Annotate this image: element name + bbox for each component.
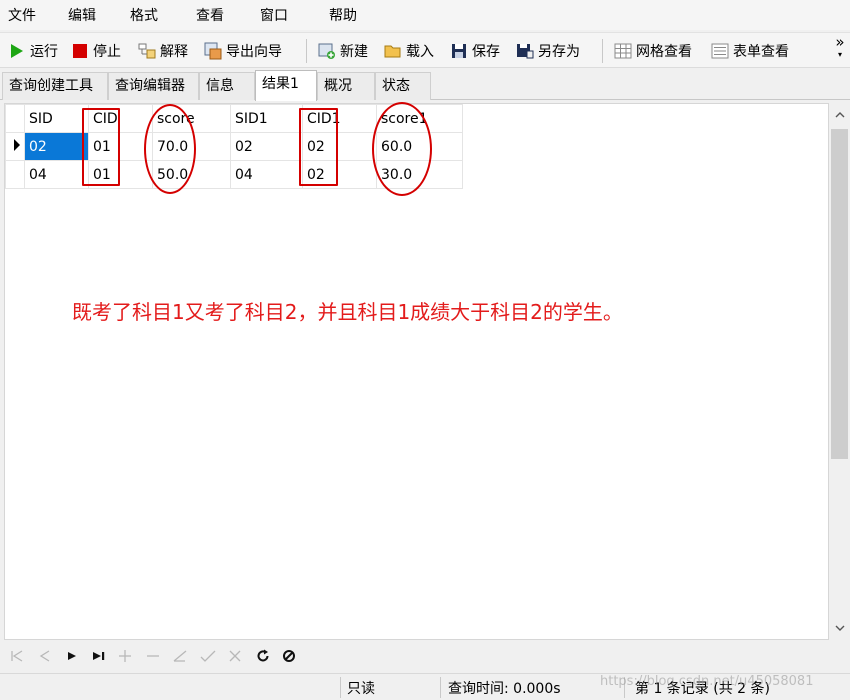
status-separator <box>440 677 441 698</box>
run-button[interactable]: 运行 <box>8 39 58 63</box>
annotation-ellipse-score1 <box>372 102 432 196</box>
grid-view-button[interactable]: 网格查看 <box>614 39 692 63</box>
toolbar: 运行 停止 解释 导出向导 新建 载入 保存 另存为 网格查看 表单查看 » ▾ <box>0 32 850 68</box>
export-icon <box>204 42 222 60</box>
row-indicator <box>5 160 25 189</box>
scroll-thumb[interactable] <box>831 129 848 459</box>
stop-label: 停止 <box>93 44 121 60</box>
refresh-icon[interactable] <box>253 646 273 666</box>
export-wizard-label: 导出向导 <box>226 44 282 60</box>
prev-record-icon[interactable] <box>35 646 55 666</box>
readonly-status: 只读 <box>347 681 375 697</box>
add-record-icon[interactable] <box>115 646 135 666</box>
menu-help[interactable]: 帮助 <box>329 5 357 25</box>
tab-result1[interactable]: 结果1 <box>255 70 317 101</box>
scroll-up-icon[interactable] <box>829 105 850 125</box>
next-record-icon[interactable] <box>62 646 82 666</box>
menu-window[interactable]: 窗口 <box>260 5 288 25</box>
save-as-icon <box>516 42 534 60</box>
row-arrow-icon <box>14 138 20 151</box>
form-icon <box>711 42 729 60</box>
table-cell[interactable]: 04 <box>24 160 89 189</box>
menu-file[interactable]: 文件 <box>8 5 36 25</box>
delete-record-icon[interactable] <box>143 646 163 666</box>
chevron-double-right-icon: » <box>835 33 845 51</box>
save-button[interactable]: 保存 <box>450 39 500 63</box>
vertical-scrollbar[interactable] <box>829 103 850 640</box>
table-cell[interactable]: 02 <box>24 132 89 161</box>
annotation-rect-cid <box>82 108 120 186</box>
watermark: https://blog.csdn.net/u45058081 <box>600 674 814 689</box>
table-cell[interactable]: 02 <box>230 132 303 161</box>
query-time-status: 查询时间: 0.000s <box>448 681 561 697</box>
annotation-ellipse-score <box>144 104 196 194</box>
column-header[interactable]: SID1 <box>230 104 303 133</box>
new-query-icon <box>318 42 336 60</box>
menu-edit[interactable]: 编辑 <box>68 5 96 25</box>
tab-query-builder[interactable]: 查询创建工具 <box>2 72 108 100</box>
scroll-down-icon[interactable] <box>829 618 850 638</box>
grid-view-label: 网格查看 <box>636 44 692 60</box>
edit-record-icon[interactable] <box>170 646 190 666</box>
explain-icon <box>138 42 156 60</box>
record-navigator <box>0 641 850 671</box>
save-as-button[interactable]: 另存为 <box>516 39 580 63</box>
tab-overview[interactable]: 概况 <box>317 72 375 100</box>
run-label: 运行 <box>30 44 58 60</box>
new-label: 新建 <box>340 44 368 60</box>
annotation-rect-cid1 <box>299 108 338 186</box>
load-label: 载入 <box>406 44 434 60</box>
discard-changes-icon[interactable] <box>225 646 245 666</box>
grid-icon <box>614 42 632 60</box>
explain-label: 解释 <box>160 44 188 60</box>
save-label: 保存 <box>472 44 500 60</box>
save-icon <box>450 42 468 60</box>
form-view-button[interactable]: 表单查看 <box>711 39 789 63</box>
load-button[interactable]: 载入 <box>384 39 434 63</box>
column-header[interactable]: SID <box>24 104 89 133</box>
last-record-icon[interactable] <box>89 646 109 666</box>
status-separator <box>340 677 341 698</box>
table-cell[interactable]: 04 <box>230 160 303 189</box>
form-view-label: 表单查看 <box>733 44 789 60</box>
current-row-indicator <box>5 132 25 161</box>
stop-loading-icon[interactable] <box>279 646 299 666</box>
explain-button[interactable]: 解释 <box>138 39 188 63</box>
menu-view[interactable]: 查看 <box>196 5 224 25</box>
tab-info[interactable]: 信息 <box>199 72 255 100</box>
stop-button[interactable]: 停止 <box>71 39 121 63</box>
apply-changes-icon[interactable] <box>198 646 218 666</box>
save-as-label: 另存为 <box>538 44 580 60</box>
menu-format[interactable]: 格式 <box>130 5 158 25</box>
result-tabbar: 查询创建工具 查询编辑器 信息 结果1 概况 状态 <box>0 70 850 101</box>
toolbar-overflow-button[interactable]: » ▾ <box>834 35 846 65</box>
play-icon <box>8 42 26 60</box>
toolbar-separator <box>602 39 603 63</box>
new-button[interactable]: 新建 <box>318 39 368 63</box>
annotation-text: 既考了科目1又考了科目2，并且科目1成绩大于科目2的学生。 <box>72 300 623 324</box>
stop-icon <box>71 42 89 60</box>
toolbar-separator <box>306 39 307 63</box>
menu-bar: 文件 编辑 格式 查看 窗口 帮助 <box>0 0 850 30</box>
row-indicator-header <box>5 104 25 133</box>
tab-query-editor[interactable]: 查询编辑器 <box>108 72 199 100</box>
first-record-icon[interactable] <box>7 646 27 666</box>
tab-status[interactable]: 状态 <box>375 72 431 100</box>
folder-open-icon <box>384 42 402 60</box>
export-wizard-button[interactable]: 导出向导 <box>204 39 282 63</box>
